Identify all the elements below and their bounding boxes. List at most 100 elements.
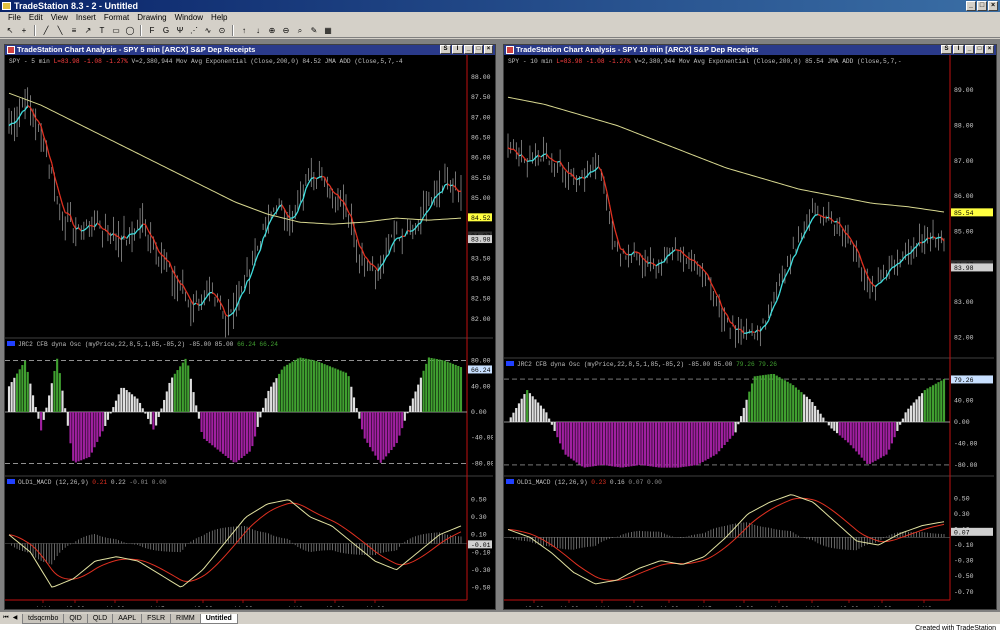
symbol-link-button[interactable]: S (440, 45, 451, 54)
close-button[interactable]: × (988, 1, 998, 11)
cycle-icon[interactable]: ⊙ (216, 25, 228, 36)
trendline-icon[interactable]: ╲ (54, 25, 66, 36)
tab-untitled[interactable]: Untitled (199, 614, 238, 624)
jma-line-segment (323, 176, 328, 184)
jma-line-segment (600, 170, 605, 180)
jma-line-segment (340, 198, 344, 202)
interval-link-button[interactable]: I (452, 45, 463, 54)
menu-help[interactable]: Help (207, 12, 231, 24)
jma-line-segment (754, 329, 758, 334)
tab-qid[interactable]: QID (63, 614, 88, 624)
pointer-icon[interactable]: ↖ (4, 25, 16, 36)
jma-line-segment (565, 169, 569, 174)
sell-arrow-icon[interactable]: ↓ (252, 25, 264, 36)
minimize-button[interactable]: _ (966, 1, 976, 11)
time-axis-label: 14:00 (365, 606, 385, 607)
jma-line-segment (129, 233, 133, 236)
tab-tdsqcmbo[interactable]: tdsqcmbo (22, 614, 65, 624)
arrow-icon[interactable]: ↗ (82, 25, 94, 36)
jma-line-segment (307, 178, 312, 184)
table-icon[interactable]: ▦ (322, 25, 334, 36)
tab-first-icon[interactable]: ⏮ (2, 614, 10, 622)
menu-file[interactable]: File (4, 12, 25, 24)
minimize-button[interactable]: _ (965, 45, 974, 54)
jma-line-segment (294, 211, 299, 217)
menu-edit[interactable]: Edit (25, 12, 47, 24)
price-axis-label: 83.00 (954, 299, 974, 306)
buy-arrow-icon[interactable]: ↑ (238, 25, 250, 36)
menu-format[interactable]: Format (100, 12, 133, 24)
jma-line-segment (622, 249, 627, 255)
jma-line-segment (713, 287, 717, 295)
jma-line-segment (732, 323, 737, 330)
jma-line-segment (691, 259, 695, 262)
menu-window[interactable]: Window (171, 12, 207, 24)
line-icon[interactable]: ╱ (40, 25, 52, 36)
jma-line-segment (507, 147, 512, 150)
andrews-icon[interactable]: Ψ (174, 25, 186, 36)
price-axis-label: 85.00 (471, 195, 491, 202)
jma-line-segment (407, 229, 411, 232)
menu-view[interactable]: View (47, 12, 72, 24)
maximize-button[interactable]: □ (977, 1, 987, 11)
zoom-out-icon[interactable]: ⊖ (280, 25, 292, 36)
ellipse-icon[interactable]: ◯ (124, 25, 136, 36)
chart-window-spy-10min: TradeStation Chart Analysis - SPY 10 min… (503, 44, 997, 610)
jma-line-segment (729, 321, 734, 325)
jma-line-segment (590, 171, 594, 173)
jma-line-segment (836, 220, 841, 225)
speedline-icon[interactable]: ⋰ (188, 25, 200, 36)
maximize-button[interactable]: □ (474, 45, 483, 54)
jma-line-segment (874, 283, 879, 288)
jma-line-segment (883, 276, 887, 280)
tab-aapl[interactable]: AAPL (112, 614, 143, 624)
annotation-icon[interactable]: ✎ (308, 25, 320, 36)
macd-histogram (510, 522, 945, 551)
jma-line-segment (554, 160, 558, 163)
tab-qld[interactable]: QLD (86, 614, 114, 624)
tab-fslr[interactable]: FSLR (141, 614, 172, 624)
menu-drawing[interactable]: Drawing (133, 12, 170, 24)
jma-line-segment (450, 184, 454, 187)
fibonacci-icon[interactable]: F (146, 25, 158, 36)
tab-prev-icon[interactable]: ◀ (11, 614, 19, 622)
jma-line-segment (869, 280, 874, 286)
jma-line-segment (241, 290, 245, 295)
jma-line-segment (238, 294, 243, 301)
jma-line-segment (929, 236, 934, 239)
drawing-toolbar: ↖ + ╱ ╲ ≡ ↗ T ▭ ◯ F G Ψ ⋰ ∿ ⊙ ↑ ↓ ⊕ ⊖ ⌕ ✎ ▦ (0, 24, 1000, 38)
jma-line-segment (13, 120, 18, 124)
osc-indicator-swatch (7, 341, 15, 346)
magnify-icon[interactable]: ⌕ (294, 25, 306, 36)
jma-line-segment (81, 229, 85, 232)
tab-rimm[interactable]: RIMM (170, 614, 201, 624)
menu-insert[interactable]: Insert (72, 12, 100, 24)
crosshair-icon[interactable]: + (18, 25, 30, 36)
time-axis-label: 14:00 (559, 606, 579, 607)
symbol-link-button[interactable]: S (941, 45, 952, 54)
jma-line-segment (45, 144, 50, 156)
minimize-button[interactable]: _ (464, 45, 473, 54)
gann-icon[interactable]: G (160, 25, 172, 36)
maximize-button[interactable]: □ (975, 45, 984, 54)
close-button[interactable]: × (985, 45, 994, 54)
text-icon[interactable]: T (96, 25, 108, 36)
jma-line-segment (455, 187, 459, 192)
jma-line-segment (767, 312, 772, 321)
regression-icon[interactable]: ∿ (202, 25, 214, 36)
close-button[interactable]: × (484, 45, 493, 54)
jma-line-segment (573, 176, 578, 181)
interval-link-button[interactable]: I (953, 45, 964, 54)
jma-line-segment (891, 265, 895, 269)
rectangle-icon[interactable]: ▭ (110, 25, 122, 36)
jma-line-segment (99, 224, 104, 230)
jma-line-segment (388, 246, 393, 255)
jma-line-segment (94, 222, 98, 228)
zoom-in-icon[interactable]: ⊕ (266, 25, 278, 36)
jma-line-segment (166, 259, 170, 263)
macd-axis-label: -0.30 (471, 567, 491, 574)
jma-line-segment (150, 234, 154, 240)
jma-line-segment (259, 238, 264, 250)
channel-icon[interactable]: ≡ (68, 25, 80, 36)
jma-line-segment (29, 107, 34, 113)
